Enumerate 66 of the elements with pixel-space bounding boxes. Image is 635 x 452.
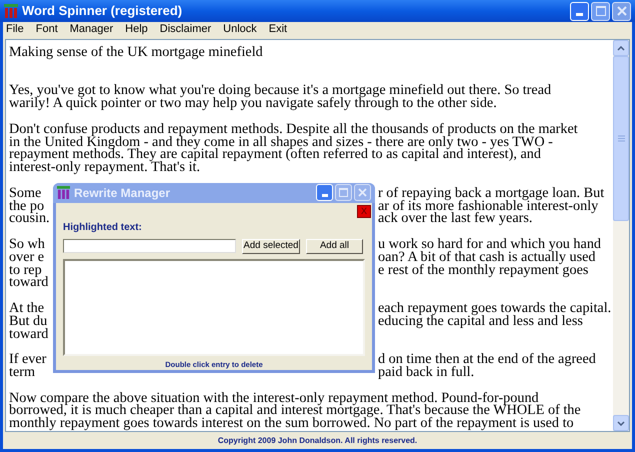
copyright-text: Copyright 2009 John Donaldson. All rights reserved.	[218, 434, 418, 446]
text-line: borrowed, it is much cheaper than a capital and interest mortgage. That's because the WHOLE of the	[9, 404, 581, 418]
text-line: warily! A quick pointer or two may help you navigate safely through to the other side.	[9, 97, 497, 110]
grip-icon	[618, 135, 624, 142]
text-line: toward	[9, 328, 48, 340]
text-line: toward	[9, 276, 48, 290]
scrollbar[interactable]	[613, 40, 629, 431]
text-line: monthly repayment goes towards interest on the sum borrowed. No part of the repayment is used to	[9, 417, 574, 430]
text-line: But du	[9, 314, 48, 328]
text-line: ar of its more fashionable interest-only	[378, 200, 598, 212]
minimize-icon	[322, 194, 328, 198]
maximize-icon	[596, 6, 606, 16]
text-line: d on time then at the end of the agreed	[378, 353, 596, 366]
menu-item[interactable]: Manager	[70, 21, 114, 38]
text-line: ack over the last few years.	[378, 212, 532, 226]
text-line: cousin.	[9, 212, 50, 226]
add-button[interactable]: Add selected	[242, 238, 300, 254]
text-line: repayment methods. They are capital repayment (often referred to as capital and interest), and	[9, 148, 541, 162]
text-line: each repayment goes towards the capital.	[378, 302, 612, 315]
add-button[interactable]: Add all	[306, 238, 363, 254]
text-line: r of repaying back a mortgage loan. But	[378, 186, 604, 200]
text-line: oan? A bit of that cash is actually used	[378, 250, 596, 264]
menu-item[interactable]: File	[6, 21, 24, 38]
menu-item[interactable]: Exit	[268, 21, 288, 38]
minimize-icon	[576, 12, 583, 16]
scroll-down-button[interactable]	[613, 415, 629, 431]
text-line: the po	[9, 200, 44, 212]
maximize-button[interactable]	[335, 184, 352, 202]
menu-item[interactable]: Disclaimer	[160, 21, 212, 38]
window-title: Word Spinner (registered)	[22, 2, 182, 20]
text-line: in the United Kingdom - and they come in all shapes and sizes - there are only two - yes TWO -	[9, 136, 553, 148]
close-icon	[616, 6, 626, 16]
text-line: to rep	[9, 264, 42, 276]
menu-item[interactable]: Font	[36, 21, 58, 38]
close-icon	[358, 188, 367, 198]
scroll-up-button[interactable]	[613, 40, 629, 56]
menu-item[interactable]: Help	[125, 21, 148, 38]
app-icon	[57, 186, 70, 200]
field-label: Highlighted text:	[63, 222, 142, 233]
entry-list[interactable]	[63, 258, 365, 356]
text-line: over e	[9, 250, 44, 264]
text-line: Now compare the above situation with the interest-only repayment method. Pound-for-pound	[9, 392, 539, 404]
dialog-title: Rewrite Manager	[74, 184, 170, 202]
text-line: At the	[9, 302, 44, 315]
close-button[interactable]	[354, 184, 371, 202]
text-line: If ever	[9, 353, 46, 366]
text-line: So wh	[9, 238, 45, 251]
minimize-button[interactable]	[316, 184, 333, 202]
close-button[interactable]	[612, 2, 631, 20]
minimize-button[interactable]	[570, 2, 589, 20]
text-line: Don't confuse products and repayment methods. Despite all the thousands of products on the market	[9, 122, 578, 136]
document-heading: Making sense of the UK mortgage minefield	[9, 46, 263, 59]
text-line: e rest of the monthly repayment goes	[378, 264, 588, 276]
text-line: interest-only repayment. That's it.	[9, 161, 200, 174]
text-line: educing the capital and less and less	[378, 314, 583, 328]
text-line: paid back in full.	[378, 366, 474, 379]
app-icon	[4, 4, 18, 18]
text-line: Some	[9, 186, 42, 200]
menu-item[interactable]: Unlock	[223, 21, 257, 38]
maximize-icon	[339, 188, 348, 198]
maximize-button[interactable]	[591, 2, 610, 20]
text-line: Yes, you've got to know what you're doing because it's a mortgage minefield out there. So tread	[9, 84, 552, 98]
scroll-thumb[interactable]	[613, 56, 629, 221]
text-line: u work so hard for and which you hand	[378, 238, 602, 251]
text-line: term	[9, 366, 35, 379]
highlighted-text-field[interactable]	[63, 239, 236, 254]
